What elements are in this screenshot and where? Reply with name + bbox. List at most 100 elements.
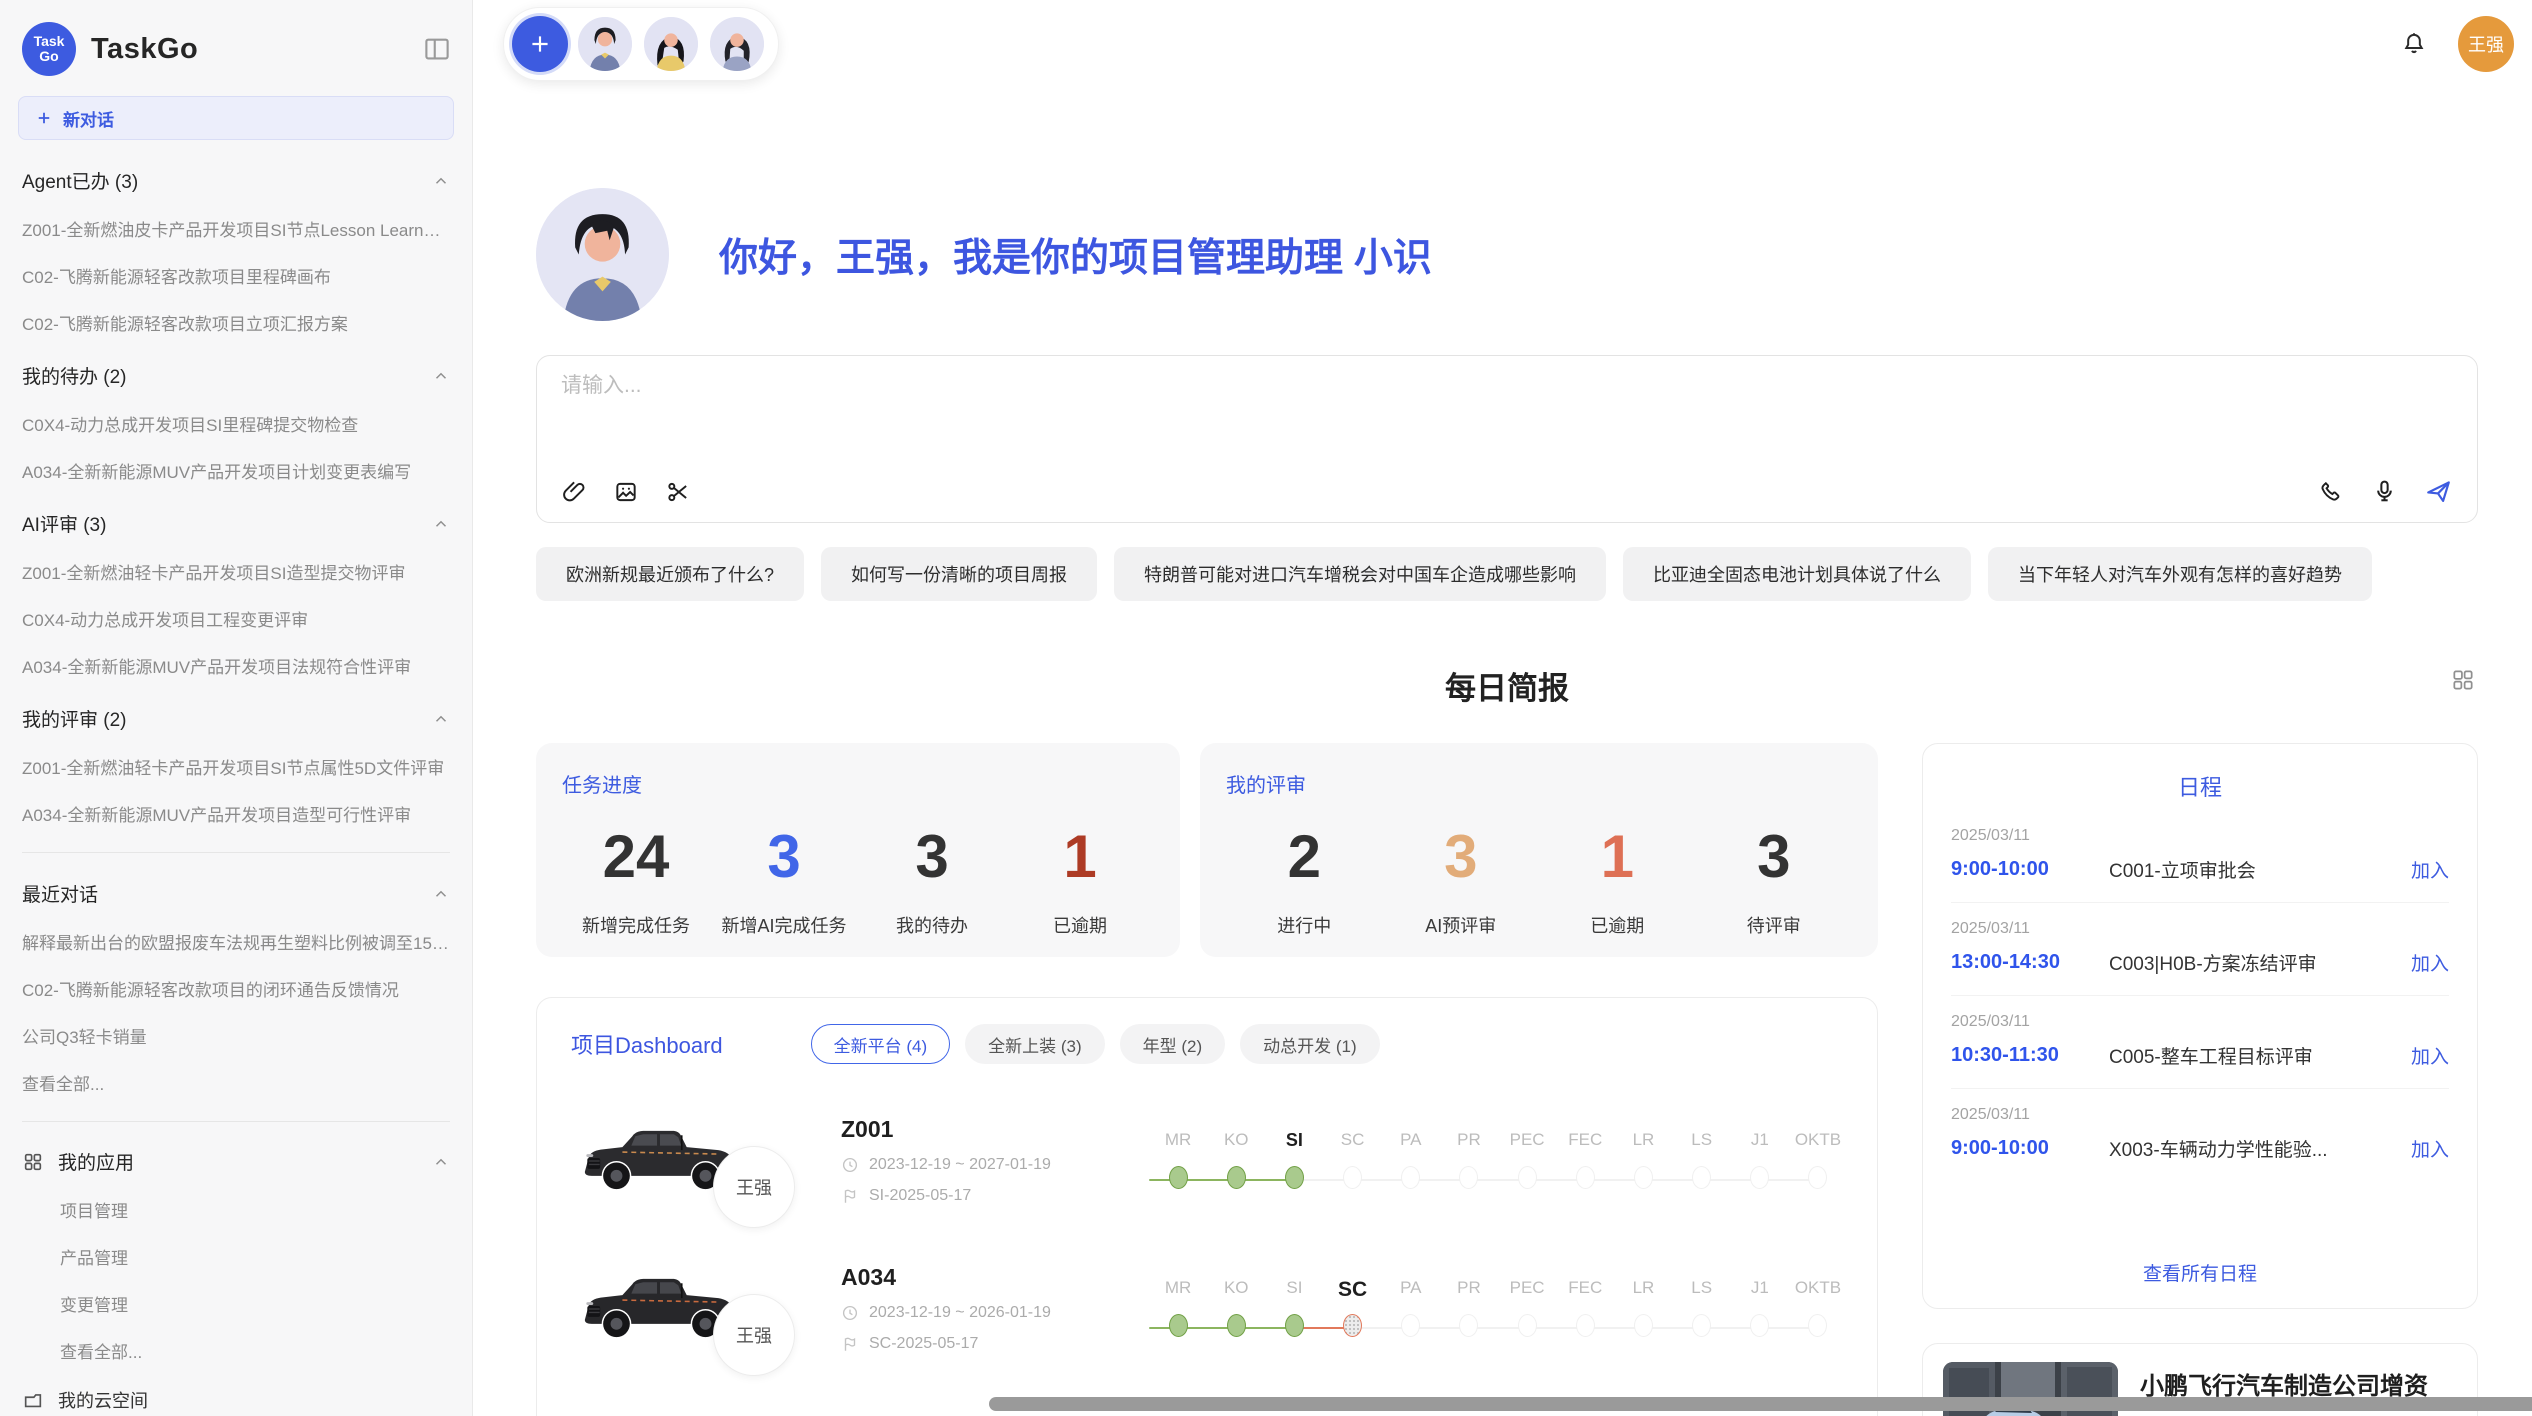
tab-powertrain[interactable]: 动总开发 (1) bbox=[1240, 1024, 1380, 1064]
suggestion-chip[interactable]: 当下年轻人对汽车外观有怎样的喜好趋势 bbox=[1988, 547, 2372, 601]
join-link[interactable]: 加入 bbox=[2411, 856, 2449, 883]
attachment-icon[interactable] bbox=[561, 479, 587, 505]
app-item-project-mgmt[interactable]: 项目管理 bbox=[60, 1197, 450, 1222]
grid-icon bbox=[22, 1151, 44, 1173]
schedule-item: 2025/03/11 9:00-10:00 X003-车辆动力学性能验... 加… bbox=[1951, 1088, 2449, 1181]
stat-pending-review[interactable]: 3 待评审 bbox=[1696, 820, 1853, 938]
new-chat-button[interactable]: 新对话 bbox=[18, 96, 454, 140]
milestone-label: LS bbox=[1691, 1130, 1712, 1154]
conversation-item[interactable]: A034-全新新能源MUV产品开发项目造型可行性评审 bbox=[22, 801, 450, 826]
chat-input[interactable] bbox=[561, 374, 2453, 398]
conversation-item[interactable]: Z001-全新燃油轻卡产品开发项目SI节点属性5D文件评审 bbox=[22, 754, 450, 779]
tab-new-platform[interactable]: 全新平台 (4) bbox=[811, 1024, 951, 1064]
conversation-item[interactable]: C0X4-动力总成开发项目SI里程碑提交物检查 bbox=[22, 411, 450, 436]
chevron-up-icon[interactable] bbox=[432, 885, 450, 903]
schedule-date: 2025/03/11 bbox=[1951, 920, 2449, 938]
divider bbox=[22, 852, 450, 853]
section-my-todo[interactable]: 我的待办 (2) bbox=[22, 362, 450, 389]
section-agent-done[interactable]: Agent已办 (3) bbox=[22, 167, 450, 194]
conversation-item[interactable]: C02-飞腾新能源轻客改款项目里程碑画布 bbox=[22, 263, 450, 288]
chevron-up-icon[interactable] bbox=[432, 172, 450, 190]
view-all-schedule-link[interactable]: 查看所有日程 bbox=[1951, 1253, 2449, 1288]
user-avatar[interactable]: 王强 bbox=[2458, 16, 2514, 72]
stat-ai-pre-review[interactable]: 3 AI预评审 bbox=[1383, 820, 1540, 938]
milestone-label: MR bbox=[1165, 1278, 1191, 1302]
send-icon[interactable] bbox=[2424, 477, 2453, 506]
project-code: Z001 bbox=[841, 1116, 1109, 1143]
chevron-up-icon[interactable] bbox=[432, 710, 450, 728]
schedule-item: 2025/03/11 13:00-14:30 C003|H0B-方案冻结评审 加… bbox=[1951, 902, 2449, 995]
section-recent-chats[interactable]: 最近对话 bbox=[22, 880, 450, 907]
suggestion-chips: 欧洲新规最近颁布了什么? 如何写一份清晰的项目周报 特朗普可能对进口汽车增税会对… bbox=[536, 547, 2478, 601]
briefing-header: 每日简报 bbox=[536, 663, 2478, 709]
suggestion-chip[interactable]: 如何写一份清晰的项目周报 bbox=[821, 547, 1097, 601]
owner-name: 王强 bbox=[736, 1322, 772, 1348]
app-item-product-mgmt[interactable]: 产品管理 bbox=[60, 1244, 450, 1269]
section-label: 我的评审 (2) bbox=[22, 705, 127, 732]
milestone-label: OKTB bbox=[1795, 1278, 1841, 1302]
conversation-item[interactable]: C02-飞腾新能源轻客改款项目立项汇报方案 bbox=[22, 310, 450, 335]
milestone-track: MR KO SI SC PA PR PEC FEC LR LS J1 OKTB bbox=[1149, 1130, 1847, 1191]
notification-bell-icon[interactable] bbox=[2400, 30, 2428, 58]
conversation-item[interactable]: C0X4-动力总成开发项目工程变更评审 bbox=[22, 606, 450, 631]
conversation-item[interactable]: Z001-全新燃油轻卡产品开发项目SI造型提交物评审 bbox=[22, 559, 450, 584]
conversation-item[interactable]: A034-全新新能源MUV产品开发项目计划变更表编写 bbox=[22, 458, 450, 483]
app-item-change-mgmt[interactable]: 变更管理 bbox=[60, 1291, 450, 1316]
tab-new-body[interactable]: 全新上装 (3) bbox=[965, 1024, 1105, 1064]
conversation-item[interactable]: A034-全新新能源MUV产品开发项目法规符合性评审 bbox=[22, 653, 450, 678]
join-link[interactable]: 加入 bbox=[2411, 1135, 2449, 1162]
project-row[interactable]: 王强 Z001 2023-12-19 ~ 2027-01-19 SI bbox=[571, 1108, 1847, 1212]
layout-grid-icon[interactable] bbox=[2450, 667, 2476, 693]
sidebar-collapse-icon[interactable] bbox=[422, 34, 452, 64]
agent-avatar[interactable] bbox=[642, 15, 700, 73]
microphone-icon[interactable] bbox=[2371, 478, 2398, 505]
suggestion-chip[interactable]: 比亚迪全固态电池计划具体说了什么 bbox=[1623, 547, 1971, 601]
suggestion-chip[interactable]: 特朗普可能对进口汽车增税会对中国车企造成哪些影响 bbox=[1114, 547, 1606, 601]
chevron-up-icon[interactable] bbox=[432, 367, 450, 385]
milestone-label: LR bbox=[1633, 1278, 1655, 1302]
insert-image-icon[interactable] bbox=[613, 479, 639, 505]
agent-avatar[interactable] bbox=[576, 15, 634, 73]
milestone-dot bbox=[1459, 1166, 1478, 1189]
chevron-up-icon[interactable] bbox=[432, 1153, 450, 1171]
milestone-label: MR bbox=[1165, 1130, 1191, 1154]
add-agent-button[interactable] bbox=[512, 16, 568, 72]
chevron-up-icon[interactable] bbox=[432, 515, 450, 533]
sidebar-item-my-apps[interactable]: 我的应用 bbox=[22, 1148, 450, 1175]
voice-call-icon[interactable] bbox=[2318, 478, 2345, 505]
stat-in-progress[interactable]: 2 进行中 bbox=[1226, 820, 1383, 938]
project-dates: 2023-12-19 ~ 2026-01-19 bbox=[869, 1304, 1051, 1322]
recent-chat-item[interactable]: C02-飞腾新能源轻客改款项目的闭环通告反馈情况 bbox=[22, 976, 450, 1001]
stat-new-done[interactable]: 24 新增完成任务 bbox=[562, 820, 710, 938]
recent-chat-item[interactable]: 公司Q3轻卡销量 bbox=[22, 1023, 450, 1048]
recent-chat-item[interactable]: 解释最新出台的欧盟报废车法规再生塑料比例被调至15%... bbox=[22, 929, 450, 954]
horizontal-scrollbar[interactable] bbox=[989, 1397, 2532, 1411]
conversation-item[interactable]: Z001-全新燃油皮卡产品开发项目SI节点Lesson Learn报告 bbox=[22, 216, 450, 241]
stat-review-overdue[interactable]: 1 已逾期 bbox=[1539, 820, 1696, 938]
schedule-date: 2025/03/11 bbox=[1951, 1013, 2449, 1031]
news-title: 小鹏飞行汽车制造公司增资 bbox=[2140, 1366, 2457, 1401]
sidebar-item-cloud-space[interactable]: 我的云空间 bbox=[22, 1387, 450, 1413]
section-ai-review[interactable]: AI评审 (3) bbox=[22, 510, 450, 537]
stat-overdue[interactable]: 1 已逾期 bbox=[1006, 820, 1154, 938]
agent-avatar-pill bbox=[503, 7, 779, 81]
milestone-label: PEC bbox=[1510, 1278, 1545, 1302]
topbar: 王强 bbox=[473, 0, 2532, 88]
dashboard-title: 项目Dashboard bbox=[571, 1028, 723, 1060]
milestone-dot bbox=[1343, 1166, 1362, 1189]
join-link[interactable]: 加入 bbox=[2411, 1042, 2449, 1069]
suggestion-chip[interactable]: 欧洲新规最近颁布了什么? bbox=[536, 547, 804, 601]
section-my-review[interactable]: 我的评审 (2) bbox=[22, 705, 450, 732]
stat-new-ai-done[interactable]: 3 新增AI完成任务 bbox=[710, 820, 858, 938]
cloud-space-icon bbox=[22, 1389, 44, 1411]
tab-model-year[interactable]: 年型 (2) bbox=[1120, 1024, 1226, 1064]
project-row[interactable]: 王强 A034 2023-12-19 ~ 2026-01-19 SC bbox=[571, 1256, 1847, 1360]
chat-composer[interactable] bbox=[536, 355, 2478, 523]
join-link[interactable]: 加入 bbox=[2411, 949, 2449, 976]
scissors-icon[interactable] bbox=[665, 479, 691, 505]
stat-my-todo[interactable]: 3 我的待办 bbox=[858, 820, 1006, 938]
apps-view-all-link[interactable]: 查看全部... bbox=[60, 1338, 450, 1363]
recent-view-all-link[interactable]: 查看全部... bbox=[22, 1070, 450, 1095]
clock-icon bbox=[841, 1156, 859, 1174]
agent-avatar[interactable] bbox=[708, 15, 766, 73]
